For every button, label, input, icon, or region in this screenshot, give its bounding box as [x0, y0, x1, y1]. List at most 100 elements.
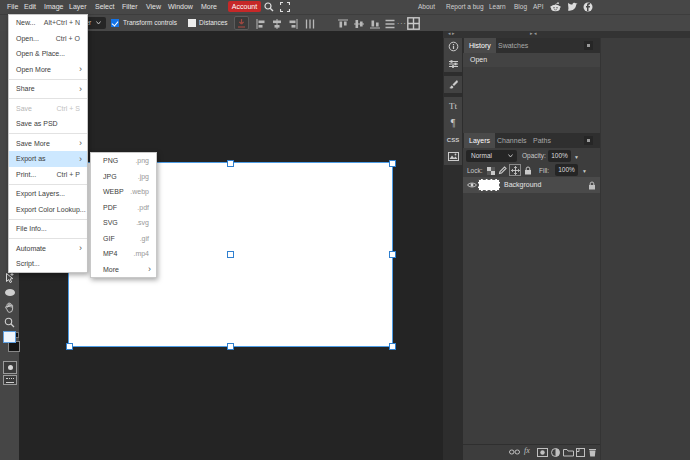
- transform-handle-mr[interactable]: [389, 251, 396, 258]
- distribute-v-icon[interactable]: [385, 19, 395, 29]
- transform-handle-br[interactable]: [389, 343, 396, 350]
- tab-layers[interactable]: Layers: [464, 133, 495, 148]
- align-middle-icon[interactable]: [354, 19, 364, 29]
- menu-item-new[interactable]: New...Alt+Ctrl + N: [9, 15, 87, 31]
- menu-item-export-color-lookup[interactable]: Export Color Lookup...: [9, 202, 87, 218]
- transform-handle-tr[interactable]: [389, 160, 396, 167]
- fullscreen-icon[interactable]: [280, 2, 290, 12]
- paragraph-icon[interactable]: ¶: [444, 114, 462, 131]
- menu-item-script[interactable]: Script...: [9, 256, 87, 272]
- adjustments-icon[interactable]: [444, 55, 462, 72]
- lock-transparency-icon[interactable]: [487, 167, 495, 175]
- new-layer-icon[interactable]: [576, 448, 585, 457]
- lock-pixels-icon[interactable]: [498, 166, 507, 175]
- menu-item-export-layers[interactable]: Export Layers...: [9, 186, 87, 202]
- tab-paths[interactable]: Paths: [528, 133, 556, 148]
- transform-handle-bl[interactable]: [66, 343, 73, 350]
- lock-all-icon[interactable]: [524, 166, 532, 175]
- submenu-item-jpg[interactable]: JPG.jpg: [91, 169, 156, 185]
- menu-item-print[interactable]: Print...Ctrl + P: [9, 167, 87, 183]
- search-icon[interactable]: [264, 2, 274, 12]
- foreground-color-swatch[interactable]: [3, 331, 16, 343]
- link-blog[interactable]: Blog: [514, 0, 527, 14]
- submenu-item-webp[interactable]: WEBP.webp: [91, 184, 156, 200]
- tab-channels[interactable]: Channels: [492, 133, 532, 148]
- transform-controls-checkbox[interactable]: [111, 19, 119, 27]
- transform-handle-bc[interactable]: [227, 343, 234, 350]
- menu-item-save-as-psd[interactable]: Save as PSD: [9, 116, 87, 132]
- menu-item-file-info[interactable]: File Info...: [9, 221, 87, 237]
- layer-mask-icon[interactable]: [537, 448, 548, 457]
- submenu-item-gif[interactable]: GIF.gif: [91, 231, 156, 247]
- zoom-tool[interactable]: [0, 315, 19, 330]
- menu-filter[interactable]: Filter: [122, 0, 138, 14]
- layers-panel-menu-button[interactable]: [584, 136, 593, 145]
- character-icon[interactable]: Tt: [444, 97, 462, 114]
- facebook-icon[interactable]: [583, 2, 593, 12]
- more-options-dots[interactable]: ...: [397, 15, 407, 31]
- fill-value[interactable]: 100%: [555, 164, 578, 176]
- align-top-icon[interactable]: [338, 19, 348, 29]
- distribute-h-icon[interactable]: [305, 19, 315, 29]
- lock-position-icon[interactable]: [509, 164, 521, 176]
- menu-edit[interactable]: Edit: [24, 0, 36, 14]
- align-right-icon[interactable]: [288, 19, 298, 29]
- menu-item-save-more[interactable]: Save More: [9, 136, 87, 152]
- history-entry-open[interactable]: Open: [463, 53, 600, 67]
- align-bottom-icon[interactable]: [370, 19, 380, 29]
- hand-tool[interactable]: [0, 300, 19, 315]
- transform-handle-center[interactable]: [227, 251, 234, 258]
- menu-item-automate[interactable]: Automate: [9, 241, 87, 257]
- grid-icon[interactable]: [407, 17, 420, 30]
- transform-handle-tc[interactable]: [227, 160, 234, 167]
- account-button[interactable]: Account: [228, 1, 261, 12]
- reddit-icon[interactable]: [550, 2, 561, 12]
- history-panel-menu-button[interactable]: [584, 41, 593, 50]
- delete-layer-icon[interactable]: [588, 448, 597, 457]
- info-icon[interactable]: [444, 38, 462, 55]
- image-panel-icon[interactable]: [444, 148, 462, 165]
- twitter-icon[interactable]: [567, 2, 578, 12]
- layer-effects-icon[interactable]: fx: [524, 446, 530, 455]
- menu-layer[interactable]: Layer: [69, 0, 87, 14]
- menu-item-open-place[interactable]: Open & Place...: [9, 46, 87, 62]
- submenu-item-png[interactable]: PNG.png: [91, 153, 156, 169]
- menu-item-save[interactable]: SaveCtrl + S: [9, 101, 87, 117]
- link-api[interactable]: API: [533, 0, 543, 14]
- menu-item-open[interactable]: Open...Ctrl + O: [9, 31, 87, 47]
- css-icon[interactable]: CSS: [444, 131, 462, 148]
- link-learn[interactable]: Learn: [489, 0, 506, 14]
- submenu-item-svg[interactable]: SVG.svg: [91, 215, 156, 231]
- menu-select[interactable]: Select: [95, 0, 114, 14]
- new-folder-icon[interactable]: [563, 448, 574, 457]
- tab-swatches[interactable]: Swatches: [493, 38, 533, 53]
- adjustment-layer-icon[interactable]: [551, 448, 560, 457]
- opacity-dropdown-icon[interactable]: ▼: [574, 151, 579, 163]
- submenu-item-more[interactable]: More›: [91, 262, 156, 278]
- menu-file[interactable]: File: [7, 0, 18, 14]
- align-left-icon[interactable]: [256, 19, 266, 29]
- distances-checkbox[interactable]: [188, 19, 196, 27]
- menu-item-share[interactable]: Share: [9, 81, 87, 97]
- link-about[interactable]: About: [418, 0, 435, 14]
- layer-visibility-eye-icon[interactable]: [467, 181, 477, 189]
- submenu-item-pdf[interactable]: PDF.pdf: [91, 200, 156, 216]
- link-report-a-bug[interactable]: Report a bug: [446, 0, 484, 14]
- menu-window[interactable]: Window: [168, 0, 193, 14]
- blend-mode-select[interactable]: Normal: [466, 150, 517, 162]
- opacity-value[interactable]: 100%: [548, 150, 571, 162]
- menu-item-open-more[interactable]: Open More: [9, 62, 87, 78]
- align-center-h-icon[interactable]: [272, 19, 282, 29]
- link-layers-icon[interactable]: [509, 448, 520, 456]
- tab-history[interactable]: History: [464, 38, 496, 53]
- fill-dropdown-icon[interactable]: ▼: [582, 165, 587, 177]
- ellipse-tool[interactable]: [0, 285, 19, 300]
- submenu-item-mp4[interactable]: MP4.mp4: [91, 246, 156, 262]
- menu-item-export-as[interactable]: Export as: [9, 151, 87, 167]
- menu-more[interactable]: More: [201, 0, 217, 14]
- quickmask-icon[interactable]: [3, 361, 17, 374]
- layer-thumbnail[interactable]: [478, 179, 500, 191]
- menu-view[interactable]: View: [146, 0, 161, 14]
- history-brush-icon[interactable]: [444, 76, 462, 93]
- menu-image[interactable]: Image: [44, 0, 63, 14]
